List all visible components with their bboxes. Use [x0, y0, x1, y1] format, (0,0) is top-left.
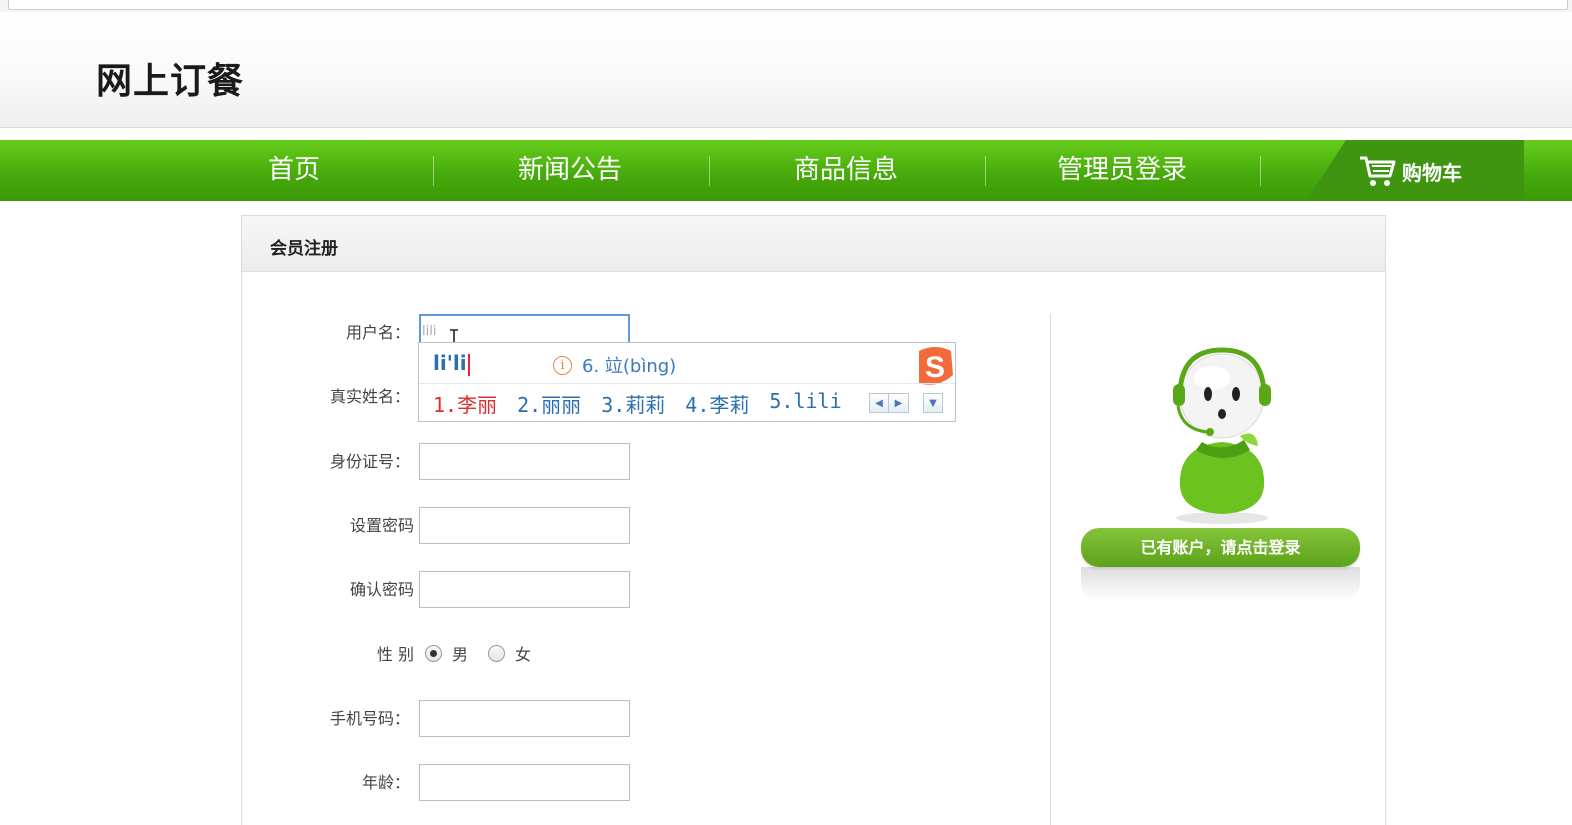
- ime-separator: [419, 383, 955, 384]
- confirm-password-input[interactable]: [419, 571, 630, 608]
- gender-label: 性 别: [376, 645, 414, 664]
- ime-candidate[interactable]: 3.莉莉: [601, 389, 665, 418]
- cart-label: 购物车: [1402, 160, 1462, 185]
- nav-item-products[interactable]: 商品信息: [708, 140, 984, 201]
- shopping-cart-icon: [1360, 156, 1396, 186]
- browser-chrome: [0, 0, 1572, 12]
- ime-next-page-icon[interactable]: ▶: [889, 393, 909, 413]
- site-title: 网上订餐: [96, 61, 245, 102]
- panel-title: 会员注册: [270, 239, 338, 259]
- panel-divider: [1050, 314, 1051, 825]
- idcard-label: 身份证号：: [329, 452, 410, 471]
- ime-candidate[interactable]: 5.lili: [769, 389, 841, 418]
- main-nav: 首页 新闻公告 商品信息 管理员登录 购物车: [0, 140, 1572, 201]
- info-icon: i: [553, 355, 572, 375]
- ime-hint-text: 6. 竝(bìng): [582, 356, 677, 377]
- ime-composition-text: li'li: [433, 351, 470, 376]
- gender-male-label: 男: [452, 645, 469, 664]
- panel-header: 会员注册: [242, 216, 1385, 272]
- age-input[interactable]: [419, 764, 630, 801]
- password-input[interactable]: [419, 507, 630, 544]
- ime-candidate-list: 1.李丽 2.丽丽 3.莉莉 4.李莉 5.lili: [433, 389, 862, 418]
- existing-account-login-button[interactable]: 已有账户，请点击登录: [1081, 528, 1360, 567]
- realname-label: 真实姓名：: [329, 387, 410, 406]
- customer-service-mascot-icon: [1173, 347, 1271, 524]
- address-bar[interactable]: [8, 0, 1568, 10]
- ime-hint[interactable]: i 6. 竝(bìng): [553, 352, 676, 378]
- confirm-password-label: 确认密码: [349, 580, 414, 599]
- nav-item-news[interactable]: 新闻公告: [432, 140, 708, 201]
- username-value: lili: [422, 324, 437, 339]
- nav-item-admin-login[interactable]: 管理员登录: [984, 140, 1260, 201]
- svg-text:S: S: [925, 351, 945, 384]
- username-label: 用户名：: [345, 323, 410, 342]
- gender-radio-group: 男 女: [425, 641, 551, 665]
- phone-input[interactable]: [419, 700, 630, 737]
- site-header: 网上订餐: [0, 12, 1572, 128]
- nav-separator: [1260, 156, 1261, 186]
- registration-panel: 会员注册 用户名： lili 真实姓名： 身份证号： 设置密码 确认密码 性 别…: [241, 215, 1386, 825]
- cart-button[interactable]: 购物车: [1306, 140, 1524, 201]
- password-label: 设置密码: [349, 516, 414, 535]
- ime-candidate[interactable]: 1.李丽: [433, 389, 497, 418]
- ime-candidate[interactable]: 2.丽丽: [517, 389, 581, 418]
- ime-pager: ◀ ▶: [869, 393, 909, 413]
- ime-prev-page-icon[interactable]: ◀: [869, 393, 889, 413]
- ime-candidate-window: li'li i 6. 竝(bìng) S 1.李丽 2.丽丽 3.莉莉 4.李莉…: [418, 342, 956, 422]
- phone-label: 手机号码：: [329, 709, 410, 728]
- age-label: 年龄：: [361, 773, 410, 792]
- gender-female-radio[interactable]: [488, 644, 506, 662]
- idcard-input[interactable]: [419, 443, 630, 480]
- gender-male-radio[interactable]: [425, 644, 442, 662]
- login-button-reflection: [1081, 567, 1360, 601]
- ime-candidate[interactable]: 4.李莉: [685, 389, 749, 418]
- nav-item-home[interactable]: 首页: [156, 140, 432, 201]
- gender-female-label: 女: [515, 645, 532, 664]
- ime-expand-icon[interactable]: ▼: [923, 393, 943, 413]
